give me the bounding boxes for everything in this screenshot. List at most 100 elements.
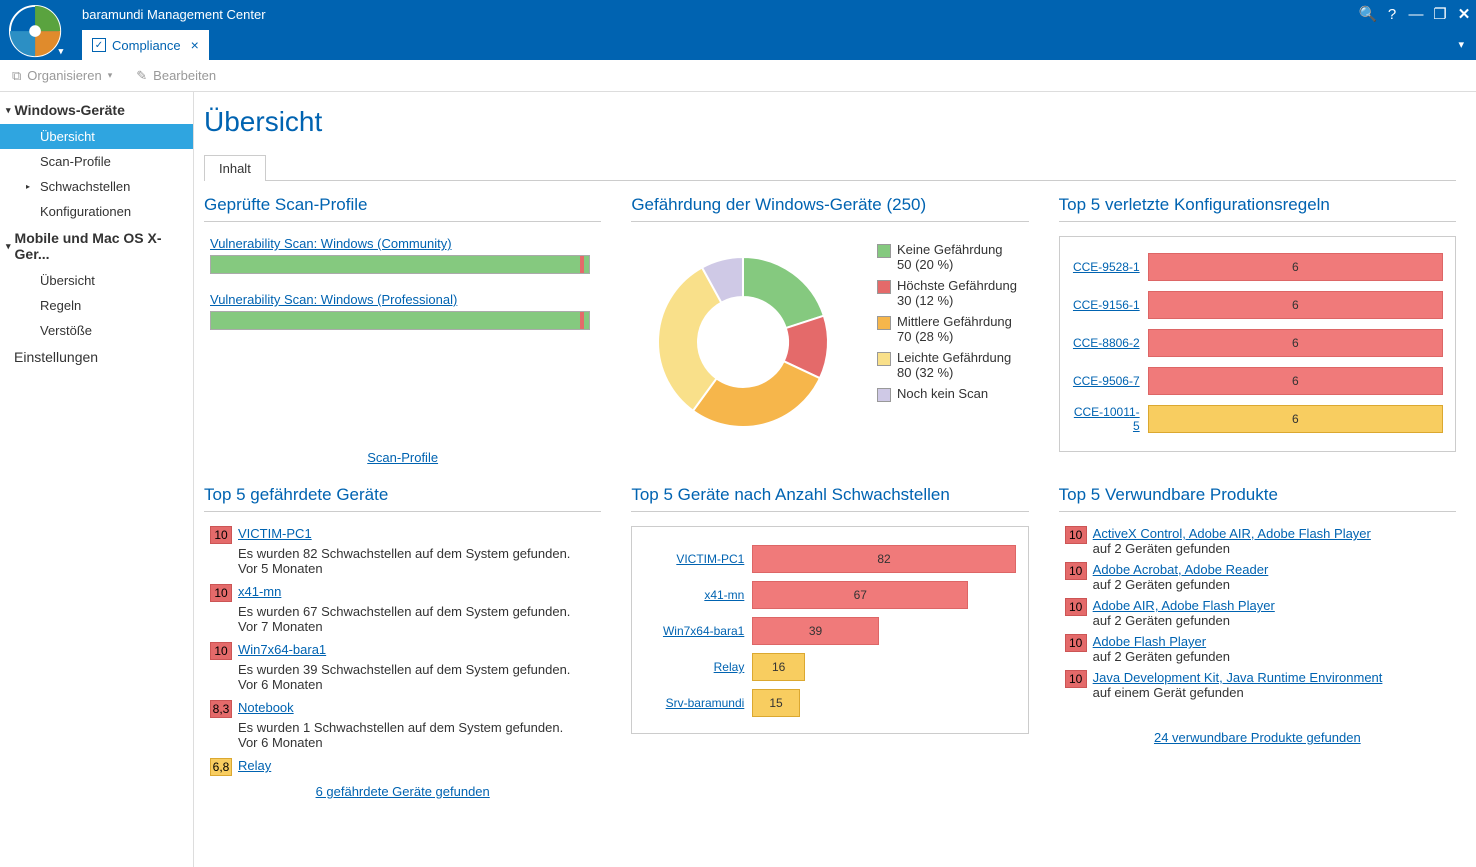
score-badge: 10	[1065, 598, 1087, 616]
rule-link[interactable]: CCE-9156-1	[1072, 298, 1140, 312]
rule-bar: 6	[1148, 291, 1443, 319]
progress-bar-1	[210, 311, 590, 330]
device-bar-link[interactable]: Win7x64-bara1	[644, 624, 744, 638]
legend-item: Noch kein Scan	[877, 386, 1017, 402]
rule-link[interactable]: CCE-9528-1	[1072, 260, 1140, 274]
rule-bar: 6	[1148, 253, 1443, 281]
legend-item: Mittlere Gefährdung70 (28 %)	[877, 314, 1017, 344]
toolbar: ⧉ Organisieren ▾ ✎ Bearbeiten	[0, 60, 1476, 92]
device-bar-link[interactable]: x41-mn	[644, 588, 744, 602]
devices-footer-link[interactable]: 6 gefährdete Geräte gefunden	[316, 784, 490, 799]
device-bar-link[interactable]: VICTIM-PC1	[644, 552, 744, 566]
tab-compliance[interactable]: ✓ Compliance ×	[82, 28, 209, 60]
legend-item: Keine Gefährdung50 (20 %)	[877, 242, 1017, 272]
sidebar-item-konfigurationen[interactable]: Konfigurationen	[0, 199, 193, 224]
device-bar-link[interactable]: Srv-baramundi	[644, 696, 744, 710]
rule-link[interactable]: CCE-9506-7	[1072, 374, 1140, 388]
score-badge: 10	[210, 584, 232, 602]
device-link[interactable]: Win7x64-bara1	[238, 642, 326, 657]
score-badge: 10	[1065, 562, 1087, 580]
device-link[interactable]: Relay	[238, 758, 271, 773]
score-badge: 10	[1065, 670, 1087, 688]
legend-item: Höchste Gefährdung30 (12 %)	[877, 278, 1017, 308]
score-badge: 6,8	[210, 758, 232, 776]
inner-tab-inhalt[interactable]: Inhalt	[204, 155, 266, 181]
sidebar-section-einstellungen[interactable]: Einstellungen	[0, 343, 193, 371]
page-title: Übersicht	[204, 106, 1456, 138]
svg-text:▾: ▾	[58, 45, 64, 57]
product-detail: auf 2 Geräten gefunden	[1093, 541, 1371, 556]
device-bar: 15	[752, 689, 799, 717]
device-detail: Es wurden 1 Schwachstellen auf dem Syste…	[210, 720, 601, 735]
device-bar-row: Win7x64-bara139	[644, 617, 1015, 645]
product-row: 10 ActiveX Control, Adobe AIR, Adobe Flas…	[1065, 526, 1456, 556]
score-badge: 8,3	[210, 700, 232, 718]
help-icon[interactable]: ?	[1380, 6, 1404, 23]
rule-link[interactable]: CCE-8806-2	[1072, 336, 1140, 350]
device-bars-chart: VICTIM-PC182x41-mn67Win7x64-bara139Relay…	[631, 526, 1028, 734]
donut-legend: Keine Gefährdung50 (20 %) Höchste Gefährd…	[877, 242, 1017, 408]
panel-title: Top 5 Verwundbare Produkte	[1059, 485, 1456, 512]
tabbar-chevron-icon[interactable]: ▾	[1446, 28, 1476, 60]
device-time: Vor 6 Monaten	[210, 677, 601, 692]
app-title: baramundi Management Center	[82, 7, 266, 22]
device-bar-row: Relay16	[644, 653, 1015, 681]
sidebar-item-regeln[interactable]: Regeln	[0, 293, 193, 318]
sidebar-item-verstoesse[interactable]: Verstöße	[0, 318, 193, 343]
device-link[interactable]: VICTIM-PC1	[238, 526, 312, 541]
rule-row: CCE-9156-1 6	[1072, 291, 1443, 319]
product-link[interactable]: Java Development Kit, Java Runtime Envir…	[1093, 670, 1383, 685]
panel-scan-profiles: Geprüfte Scan-Profile Vulnerability Scan…	[204, 195, 601, 465]
device-detail: Es wurden 39 Schwachstellen auf dem Syst…	[210, 662, 601, 677]
maximize-icon[interactable]: ❐	[1428, 5, 1452, 23]
device-bar-row: Srv-baramundi 15	[644, 689, 1015, 717]
sidebar-section-windows[interactable]: ▾Windows-Geräte	[0, 96, 193, 124]
product-detail: auf 2 Geräten gefunden	[1093, 577, 1269, 592]
panel-risk: Gefährdung der Windows-Geräte (250) Kein…	[631, 195, 1028, 465]
scan-profile-link-1[interactable]: Vulnerability Scan: Windows (Professiona…	[210, 292, 457, 307]
product-link[interactable]: Adobe Acrobat, Adobe Reader	[1093, 562, 1269, 577]
product-link[interactable]: Adobe AIR, Adobe Flash Player	[1093, 598, 1275, 613]
sidebar-item-schwachstellen[interactable]: ▸Schwachstellen	[0, 174, 193, 199]
panel-device-bars: Top 5 Geräte nach Anzahl Schwachstellen …	[631, 485, 1028, 799]
products-footer-link[interactable]: 24 verwundbare Produkte gefunden	[1154, 730, 1361, 745]
sidebar-item-uebersicht[interactable]: Übersicht	[0, 124, 193, 149]
sidebar-section-mobile[interactable]: ▾Mobile und Mac OS X-Ger...	[0, 224, 193, 268]
device-time: Vor 5 Monaten	[210, 561, 601, 576]
panel-title: Top 5 Geräte nach Anzahl Schwachstellen	[631, 485, 1028, 512]
edit-button[interactable]: ✎ Bearbeiten	[136, 68, 216, 84]
search-icon[interactable]: 🔍	[1356, 5, 1380, 23]
close-icon[interactable]: ✕	[1452, 5, 1476, 23]
product-detail: auf einem Gerät gefunden	[1093, 685, 1383, 700]
rule-row: CCE-9506-76	[1072, 367, 1443, 395]
device-link[interactable]: x41-mn	[238, 584, 281, 599]
device-link[interactable]: Notebook	[238, 700, 294, 715]
donut-chart	[643, 242, 863, 442]
device-bar-row: VICTIM-PC182	[644, 545, 1015, 573]
scan-profile-link-0[interactable]: Vulnerability Scan: Windows (Community)	[210, 236, 452, 251]
product-row: 10 Java Development Kit, Java Runtime Env…	[1065, 670, 1456, 700]
chevron-down-icon: ▾	[108, 70, 113, 81]
panel-title: Top 5 gefährdete Geräte	[204, 485, 601, 512]
edit-icon: ✎	[136, 68, 147, 84]
sidebar-item-uebersicht2[interactable]: Übersicht	[0, 268, 193, 293]
score-badge: 10	[210, 642, 232, 660]
product-link[interactable]: Adobe Flash Player	[1093, 634, 1206, 649]
rule-bar: 6	[1148, 405, 1443, 433]
score-badge: 10	[1065, 634, 1087, 652]
minimize-icon[interactable]: —	[1404, 6, 1428, 23]
rule-link[interactable]: CCE-10011-5	[1072, 405, 1140, 433]
device-time: Vor 6 Monaten	[210, 735, 601, 750]
organize-button[interactable]: ⧉ Organisieren ▾	[12, 68, 112, 84]
device-row: 10 VICTIM-PC1 Es wurden 82 Schwachstellen …	[210, 526, 601, 576]
product-link[interactable]: ActiveX Control, Adobe AIR, Adobe Flash …	[1093, 526, 1371, 541]
caret-icon: ▾	[6, 105, 11, 116]
device-detail: Es wurden 82 Schwachstellen auf dem Syst…	[210, 546, 601, 561]
device-bar-link[interactable]: Relay	[644, 660, 744, 674]
scan-profile-footer-link[interactable]: Scan-Profile	[367, 450, 438, 465]
rule-row: CCE-8806-26	[1072, 329, 1443, 357]
score-badge: 10	[1065, 526, 1087, 544]
tab-close-icon[interactable]: ×	[191, 37, 199, 53]
score-badge: 10	[210, 526, 232, 544]
sidebar-item-scan-profile[interactable]: Scan-Profile	[0, 149, 193, 174]
